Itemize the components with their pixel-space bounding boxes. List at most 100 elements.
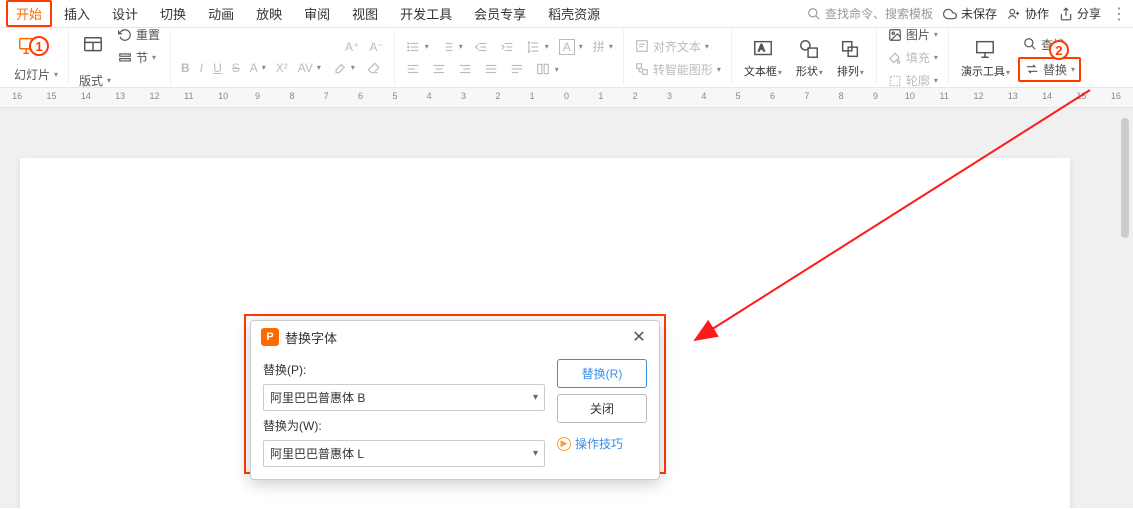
save-status[interactable]: 未保存 xyxy=(943,5,997,22)
layout-icon xyxy=(81,34,105,58)
replace-font-select[interactable]: 阿里巴巴普惠体 B ▾ xyxy=(263,384,545,411)
vertical-scrollbar[interactable] xyxy=(1119,108,1131,508)
align-text-icon xyxy=(634,38,650,54)
dialog-close-text-button[interactable]: 关闭 xyxy=(557,394,647,423)
ruler-tick: 13 xyxy=(1008,91,1018,101)
align-right-button[interactable] xyxy=(453,59,477,79)
spacing-button[interactable]: AV ▾ xyxy=(294,59,325,77)
decrease-font-button[interactable]: A⁻ xyxy=(365,38,387,56)
reset-button[interactable]: 重置 xyxy=(113,24,164,45)
line-spacing-button[interactable]: ▾ xyxy=(521,37,553,57)
font-size-select[interactable] xyxy=(299,40,339,54)
align-text-button[interactable]: 对齐文本▾ xyxy=(630,36,725,57)
dialog-header[interactable]: P 替换字体 ✕ xyxy=(251,321,659,353)
chevron-down-icon: ▾ xyxy=(717,65,721,74)
char-spacing-icon: AV xyxy=(298,61,313,75)
bullet-list-button[interactable]: ▾ xyxy=(401,37,433,57)
shape-button[interactable]: 形状▾ xyxy=(790,33,829,83)
text-direction-button[interactable]: A▾ xyxy=(555,37,587,57)
chevron-down-icon: ▾ xyxy=(545,42,549,51)
more-menu[interactable]: ⋮ xyxy=(1111,4,1127,24)
section-icon xyxy=(117,50,133,66)
share-button[interactable]: 分享 xyxy=(1059,5,1101,22)
increase-font-button[interactable]: A⁺ xyxy=(341,38,363,56)
align-left-button[interactable] xyxy=(401,59,425,79)
chevron-down-icon: ▾ xyxy=(579,42,583,51)
align-justify-button[interactable] xyxy=(479,59,503,79)
font-name-select[interactable] xyxy=(177,40,297,54)
dialog-close-button[interactable]: ✕ xyxy=(629,327,649,347)
menu-design[interactable]: 设计 xyxy=(102,0,148,27)
underline-button[interactable]: U xyxy=(209,59,226,77)
italic-button[interactable]: I xyxy=(196,59,207,77)
menu-bar: 开始 插入 设计 切换 动画 放映 审阅 视图 开发工具 会员专享 稻壳资源 查… xyxy=(0,0,1133,28)
section-button[interactable]: 节▾ xyxy=(113,47,164,68)
chevron-down-icon: ▾ xyxy=(934,53,938,62)
eraser-icon xyxy=(365,60,381,76)
menu-view[interactable]: 视图 xyxy=(342,0,388,27)
ruler-tick: 11 xyxy=(184,91,193,101)
indent-dec-button[interactable] xyxy=(469,37,493,57)
strike-button[interactable]: S xyxy=(228,59,244,77)
arrange-icon xyxy=(838,37,862,61)
slide-dropdown[interactable]: 幻灯片▾ xyxy=(10,64,62,85)
align-right-icon xyxy=(457,61,473,77)
align-distribute-button[interactable] xyxy=(505,59,529,79)
convert-smart-button[interactable]: 转智能图形▾ xyxy=(630,59,725,80)
ruler-tick: 11 xyxy=(939,91,948,101)
ruler-tick: 12 xyxy=(973,91,983,101)
highlight-button[interactable]: ▾ xyxy=(327,58,359,78)
ruby-button[interactable]: 拼▾ xyxy=(589,36,617,57)
align-justify-icon xyxy=(483,61,499,77)
menu-insert[interactable]: 插入 xyxy=(54,0,100,27)
superscript-button[interactable]: X² xyxy=(272,59,292,77)
tips-link[interactable]: ▶ 操作技巧 xyxy=(557,435,647,452)
menu-animation[interactable]: 动画 xyxy=(198,0,244,27)
command-search[interactable]: 查找命令、搜索模板 xyxy=(807,5,933,22)
with-font-select[interactable]: 阿里巴巴普惠体 L ▾ xyxy=(263,440,545,467)
font-color-button[interactable]: A▾ xyxy=(246,59,270,77)
menu-resource[interactable]: 稻壳资源 xyxy=(538,0,610,27)
callout-badge-2: 2 xyxy=(1049,40,1069,60)
picture-button[interactable]: 图片▾ xyxy=(883,24,942,45)
chevron-down-icon: ▾ xyxy=(262,63,266,72)
number-list-button[interactable]: ▾ xyxy=(435,37,467,57)
fill-button[interactable]: 填充▾ xyxy=(883,47,942,68)
columns-button[interactable]: ▾ xyxy=(531,59,563,79)
ruler-tick: 0 xyxy=(564,91,569,101)
user-plus-icon xyxy=(1007,7,1021,21)
ruler-tick: 1 xyxy=(530,91,535,101)
present-tool-button[interactable]: 演示工具▾ xyxy=(955,33,1016,83)
chevron-down-icon: ▾ xyxy=(778,68,782,77)
menu-start[interactable]: 开始 xyxy=(6,0,52,27)
tips-label: 操作技巧 xyxy=(575,435,623,452)
indent-inc-button[interactable] xyxy=(495,37,519,57)
chevron-down-icon: ▾ xyxy=(107,76,111,85)
bold-button[interactable]: B xyxy=(177,59,194,77)
dialog-replace-button[interactable]: 替换(R) xyxy=(557,359,647,388)
menu-slideshow[interactable]: 放映 xyxy=(246,0,292,27)
ruler-tick: 4 xyxy=(427,91,432,101)
menu-vip[interactable]: 会员专享 xyxy=(464,0,536,27)
arrange-button[interactable]: 排列▾ xyxy=(831,33,870,83)
layout-button[interactable] xyxy=(75,30,111,62)
textbox-icon: A xyxy=(751,37,775,61)
collab-button[interactable]: 协作 xyxy=(1007,5,1049,22)
chevron-down-icon: ▾ xyxy=(609,42,613,51)
scrollbar-thumb[interactable] xyxy=(1121,118,1129,238)
chevron-down-icon: ▾ xyxy=(459,42,463,51)
menu-transition[interactable]: 切换 xyxy=(150,0,196,27)
chevron-down-icon: ▾ xyxy=(317,63,321,72)
align-left-icon xyxy=(405,61,421,77)
ruler-tick: 10 xyxy=(218,91,228,101)
menu-dev[interactable]: 开发工具 xyxy=(390,0,462,27)
align-center-button[interactable] xyxy=(427,59,451,79)
textbox-button[interactable]: A 文本框▾ xyxy=(738,33,788,83)
align-distribute-icon xyxy=(509,61,525,77)
replace-button[interactable]: 替换▾ xyxy=(1018,57,1081,82)
ruler-tick: 2 xyxy=(633,91,638,101)
menu-review[interactable]: 审阅 xyxy=(294,0,340,27)
chevron-down-icon: ▾ xyxy=(934,76,938,85)
clear-format-button[interactable] xyxy=(361,58,385,78)
ruler-tick: 14 xyxy=(1042,91,1052,101)
